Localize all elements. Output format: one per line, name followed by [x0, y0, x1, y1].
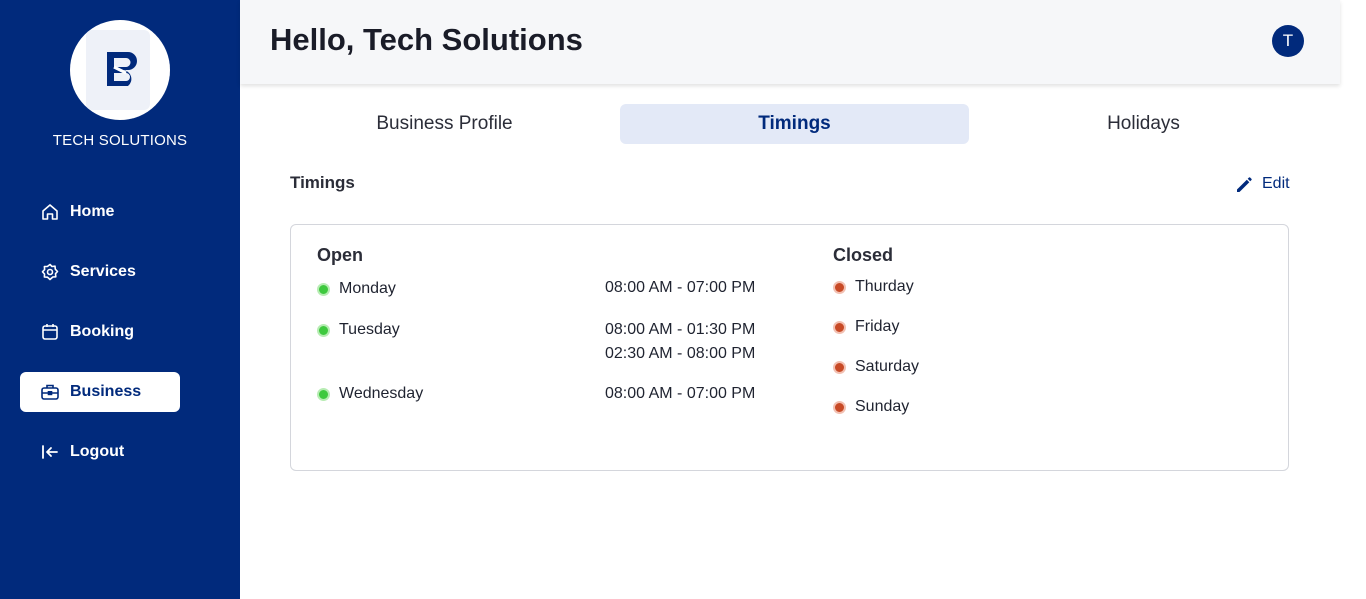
- closed-title: Closed: [833, 245, 894, 265]
- day-name: Sunday: [855, 398, 910, 415]
- closed-day-row: Thurday: [833, 278, 914, 296]
- edit-button[interactable]: Edit: [1234, 173, 1290, 195]
- open-title: Open: [317, 245, 364, 265]
- calendar-icon: [40, 322, 60, 342]
- open-status-dot: [317, 323, 330, 337]
- sidebar-item-business[interactable]: Business: [20, 372, 180, 412]
- sidebar-item-label: Services: [70, 263, 136, 280]
- sidebar-item-label: Home: [70, 203, 115, 220]
- day-name: Friday: [855, 318, 900, 335]
- logout-icon: [40, 442, 60, 462]
- open-status-dot: [317, 387, 330, 401]
- briefcase-icon: [40, 382, 60, 402]
- sidebar: TECH SOLUTIONS Home Services Booking Bus…: [0, 0, 240, 599]
- b-logo-icon: [86, 20, 170, 120]
- day-name: Wednesday: [339, 385, 424, 402]
- company-logo: [70, 20, 170, 120]
- sidebar-item-services[interactable]: Services: [20, 252, 180, 292]
- sidebar-item-booking[interactable]: Booking: [20, 312, 180, 352]
- closed-day-row: Friday: [833, 318, 899, 336]
- open-day-row: Wednesday: [317, 385, 423, 403]
- page-greeting: Hello, Tech Solutions: [270, 22, 583, 57]
- section-title: Timings: [290, 173, 355, 192]
- sidebar-item-home[interactable]: Home: [20, 192, 180, 232]
- open-day-row: Monday: [317, 280, 396, 298]
- closed-day-row: Sunday: [833, 398, 909, 416]
- tab-timings[interactable]: Timings: [620, 104, 969, 144]
- open-day-row: Tuesday: [317, 321, 400, 339]
- time-range: 08:00 AM - 07:00 PM: [605, 279, 756, 296]
- user-avatar[interactable]: T: [1272, 25, 1304, 57]
- day-name: Monday: [339, 280, 396, 297]
- brand-name: TECH SOLUTIONS: [52, 132, 188, 149]
- tab-business-profile[interactable]: Business Profile: [270, 104, 619, 144]
- closed-status-dot: [833, 320, 846, 334]
- closed-status-dot: [833, 400, 846, 414]
- time-range: 02:30 AM - 08:00 PM: [605, 345, 756, 362]
- open-status-dot: [317, 282, 330, 296]
- closed-status-dot: [833, 280, 846, 294]
- timings-card: Open Monday 08:00 AM - 07:00 PM Tuesday …: [290, 224, 1289, 471]
- top-header: Hello, Tech Solutions T: [240, 0, 1340, 84]
- closed-status-dot: [833, 360, 846, 374]
- pencil-icon: [1237, 177, 1252, 192]
- time-range: 08:00 AM - 07:00 PM: [605, 385, 756, 402]
- sidebar-item-label: Booking: [70, 323, 134, 340]
- services-gear-icon: [40, 262, 60, 282]
- sidebar-item-label: Business: [70, 383, 142, 400]
- day-name: Thurday: [855, 278, 914, 295]
- day-name: Tuesday: [339, 321, 400, 338]
- tab-holidays[interactable]: Holidays: [969, 104, 1318, 144]
- day-name: Saturday: [855, 358, 920, 375]
- time-range: 08:00 AM - 01:30 PM: [605, 321, 756, 338]
- sidebar-item-logout[interactable]: Logout: [20, 432, 180, 472]
- edit-label: Edit: [1262, 175, 1290, 192]
- sidebar-item-label: Logout: [70, 443, 125, 460]
- home-icon: [40, 202, 60, 222]
- closed-day-row: Saturday: [833, 358, 919, 376]
